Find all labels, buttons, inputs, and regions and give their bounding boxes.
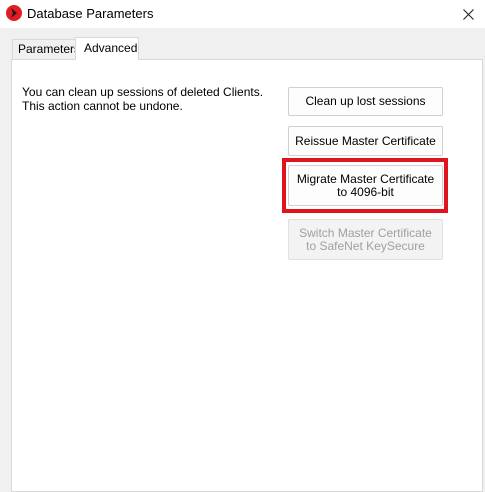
reissue-certificate-button[interactable]: Reissue Master Certificate: [288, 126, 443, 156]
title-bar: Database Parameters: [0, 0, 485, 28]
tab-advanced[interactable]: Advanced: [75, 37, 139, 60]
switch-keysecure-button: Switch Master Certificate to SafeNet Key…: [288, 219, 443, 260]
cleanup-description: You can clean up sessions of deleted Cli…: [22, 85, 264, 113]
app-logo-icon: [6, 5, 22, 21]
tab-parameters[interactable]: Parameters: [12, 39, 80, 59]
migrate-certificate-button[interactable]: Migrate Master Certificate to 4096-bit: [288, 165, 443, 206]
advanced-tab-panel: [11, 59, 483, 492]
close-icon: [462, 8, 474, 20]
close-button[interactable]: [451, 0, 485, 28]
cleanup-sessions-button[interactable]: Clean up lost sessions: [288, 87, 443, 116]
window-title: Database Parameters: [27, 6, 154, 21]
